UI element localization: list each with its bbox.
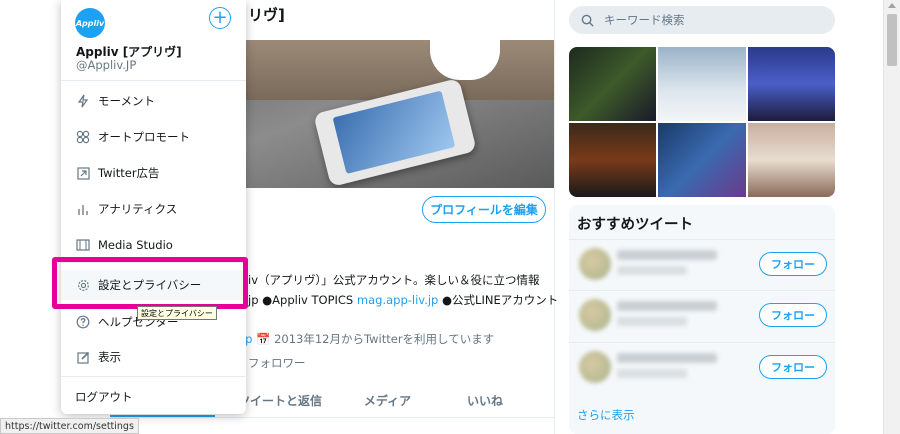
media-thumbnail[interactable] xyxy=(569,47,657,121)
blurred-handle xyxy=(617,369,687,378)
blurred-handle xyxy=(617,317,687,326)
status-bar-url: https://twitter.com/settings xyxy=(0,418,139,434)
blurred-name xyxy=(617,301,717,311)
menu-item-analytics[interactable]: アナリティクス xyxy=(61,194,246,224)
recommended-item: フォロー xyxy=(569,290,835,338)
blurred-handle xyxy=(617,266,687,275)
avatar[interactable] xyxy=(579,248,611,280)
menu-item-label: アナリティクス xyxy=(98,202,178,216)
scroll-up-arrow-icon[interactable] xyxy=(888,3,896,8)
bio-line-1: iv（アプリヴ）」公式アカウント。楽しい＆役に立つ情報 xyxy=(248,273,540,287)
profile-title: リヴ] xyxy=(248,6,285,24)
menu-divider xyxy=(61,80,246,81)
recommended-tweets-panel: おすすめツイート フォロー フォロー フォロー さらに表示 xyxy=(569,205,835,434)
menu-item-twitter-ads[interactable]: Twitter広告 xyxy=(61,158,246,188)
avatar[interactable] xyxy=(579,299,611,331)
follow-button[interactable]: フォロー xyxy=(759,303,827,327)
menu-item-label: オートプロモート xyxy=(98,130,190,144)
join-date: 📅 2013年12月からTwitterを利用しています xyxy=(252,332,495,346)
recommended-item: フォロー xyxy=(569,342,835,390)
account-dropdown-menu: Appliv + Appliv [アプリヴ] @Appliv.JP モーメント … xyxy=(61,0,246,414)
edit-icon xyxy=(75,349,91,365)
scrollbar-thumb[interactable] xyxy=(887,14,897,66)
analytics-icon xyxy=(75,201,91,217)
scrollbar[interactable] xyxy=(883,0,900,434)
menu-item-autopromote[interactable]: オートプロモート xyxy=(61,122,246,152)
search-input[interactable]: キーワード検索 xyxy=(569,6,835,34)
menu-item-media-studio[interactable]: Media Studio xyxy=(61,230,246,260)
followers-label[interactable]: フォロワー xyxy=(248,355,306,371)
media-thumbnail[interactable] xyxy=(658,47,746,121)
avatar[interactable] xyxy=(579,351,611,383)
settings-highlight-box xyxy=(52,257,248,309)
follow-button[interactable]: フォロー xyxy=(759,252,827,276)
tab-media[interactable]: メディア xyxy=(345,384,430,417)
search-placeholder: キーワード検索 xyxy=(604,13,685,27)
add-account-icon[interactable]: + xyxy=(209,7,231,29)
menu-item-label: Media Studio xyxy=(98,238,173,252)
search-icon xyxy=(581,14,594,27)
tooltip: 設定とプライバシー xyxy=(137,306,217,320)
header-image[interactable] xyxy=(240,40,554,188)
recommended-item: フォロー xyxy=(569,239,835,287)
media-thumbnail[interactable] xyxy=(658,123,746,197)
ads-arrow-icon xyxy=(75,165,91,181)
blurred-name xyxy=(617,250,717,260)
menu-item-moments[interactable]: モーメント xyxy=(61,86,246,116)
bio-line-2-prefix: jp ●Appliv TOPICS xyxy=(248,293,357,307)
profile-meta: liv.jp 📅 2013年12月からTwitterを利用しています xyxy=(226,331,494,347)
tab-likes[interactable]: いいね xyxy=(430,384,540,417)
menu-item-display[interactable]: 表示 xyxy=(61,342,246,372)
logout-item[interactable]: ログアウト xyxy=(61,382,246,412)
follow-button[interactable]: フォロー xyxy=(759,355,827,379)
bio-line-2-suffix: ●公式LINEアカウント xyxy=(438,293,559,307)
edit-profile-button[interactable]: プロフィールを編集 xyxy=(422,196,546,223)
account-handle: @Appliv.JP xyxy=(76,58,137,72)
menu-item-label: 表示 xyxy=(98,350,121,364)
menu-item-label: Twitter広告 xyxy=(98,166,160,180)
blurred-name xyxy=(617,353,717,363)
media-thumbnail[interactable] xyxy=(747,123,835,197)
media-grid xyxy=(569,47,835,197)
menu-item-label: モーメント xyxy=(98,94,156,108)
media-thumbnail[interactable] xyxy=(569,123,657,197)
film-icon xyxy=(75,237,91,253)
bio-link[interactable]: mag.app-liv.jp xyxy=(357,293,438,307)
help-icon xyxy=(75,314,91,330)
media-thumbnail[interactable] xyxy=(747,47,835,121)
autopromote-icon xyxy=(75,129,91,145)
recommended-title: おすすめツイート xyxy=(577,217,693,233)
lightning-icon xyxy=(75,93,91,109)
bio-line-2: jp ●Appliv TOPICS mag.app-liv.jp ●公式LINE… xyxy=(248,292,558,308)
account-avatar[interactable]: Appliv xyxy=(75,8,105,38)
show-more-link[interactable]: さらに表示 xyxy=(577,407,635,423)
menu-divider xyxy=(61,376,246,377)
